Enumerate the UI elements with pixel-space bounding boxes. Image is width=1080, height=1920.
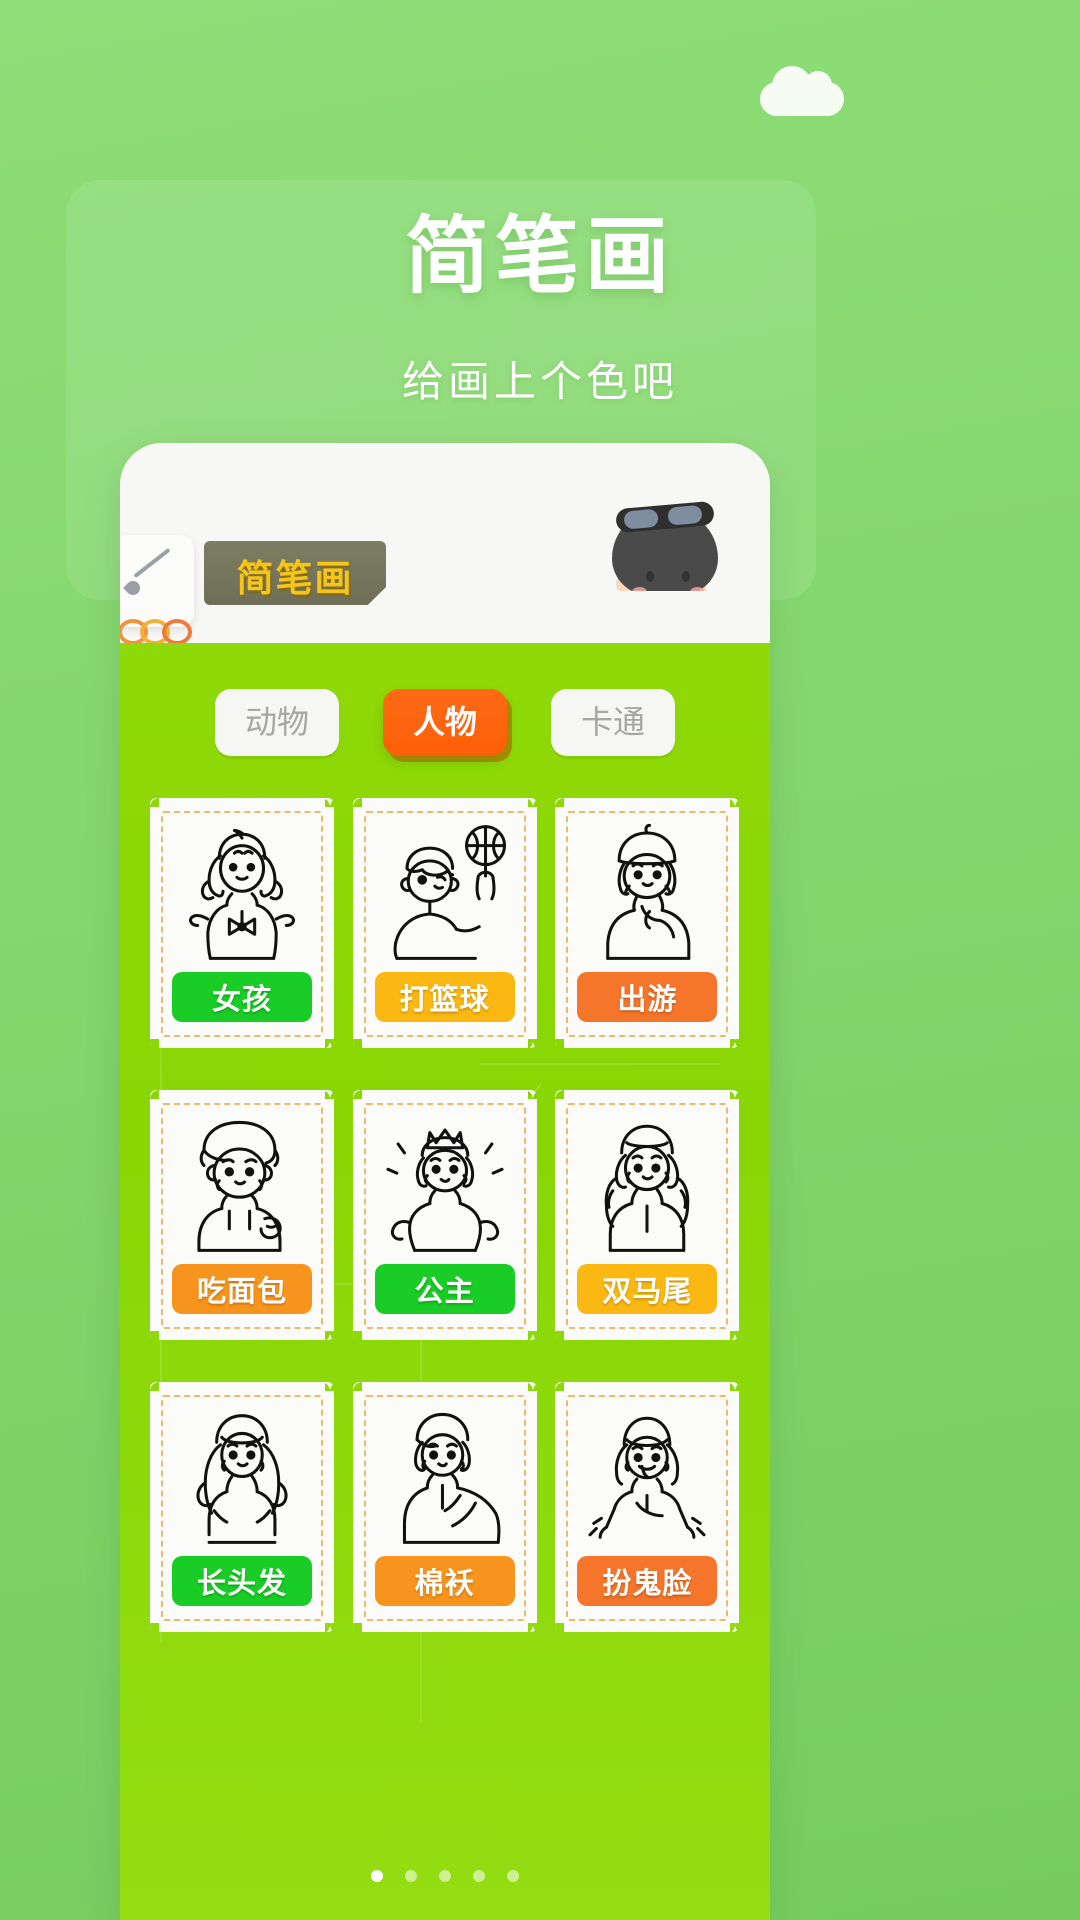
twin-tails-girl-sketch	[571, 1112, 723, 1257]
card-item[interactable]: 棉袄	[352, 1382, 537, 1633]
card-label: 棉袄	[374, 1556, 515, 1607]
pagination-dot[interactable]	[507, 1870, 519, 1882]
card-item[interactable]: 女孩	[150, 798, 334, 1049]
pagination-dot[interactable]	[371, 1870, 383, 1882]
card-label: 女孩	[172, 972, 312, 1023]
girl-scarf-sketch	[571, 820, 723, 965]
page-title: 简笔画	[404, 209, 675, 303]
tab-cartoon[interactable]: 卡通	[551, 689, 676, 757]
ribbon-label: 简笔画	[236, 558, 354, 599]
boy-basketball-sketch	[369, 820, 521, 965]
pagination-dots	[120, 1870, 770, 1882]
app-preview-frame: 简笔画 动物 人物 卡通 女孩 打篮球 出游 吃面包 公主 双马尾 长头发 棉袄…	[120, 443, 770, 1920]
funny-face-girl-sketch	[571, 1404, 723, 1549]
app-content: 动物 人物 卡通 女孩 打篮球 出游 吃面包 公主 双马尾 长头发 棉袄 扮鬼脸	[120, 643, 770, 1920]
tab-animals[interactable]: 动物	[214, 689, 339, 757]
card-item[interactable]: 扮鬼脸	[555, 1382, 740, 1633]
card-item[interactable]: 双马尾	[555, 1090, 740, 1341]
princess-crown-sketch	[369, 1112, 521, 1257]
card-label: 出游	[577, 972, 718, 1023]
drawing-card-grid: 女孩 打篮球 出游 吃面包 公主 双马尾 长头发 棉袄 扮鬼脸	[150, 798, 740, 1633]
card-label: 打篮球	[374, 972, 515, 1023]
girl-eating-bread-sketch	[166, 1112, 318, 1257]
girl-bowtie-sketch	[166, 820, 318, 965]
app-header: 简笔画	[120, 443, 770, 653]
card-label: 长头发	[172, 1556, 312, 1607]
cloud-decoration	[760, 66, 844, 116]
padded-coat-girl-sketch	[369, 1404, 521, 1549]
page-subtitle: 给画上个色吧	[401, 358, 678, 405]
long-hair-girl-sketch	[166, 1404, 318, 1549]
card-label: 扮鬼脸	[577, 1556, 718, 1607]
pagination-dot[interactable]	[405, 1870, 417, 1882]
pagination-dot[interactable]	[439, 1870, 451, 1882]
paint-brush-icon[interactable]	[120, 535, 194, 627]
card-item[interactable]: 出游	[555, 798, 740, 1049]
category-tabs: 动物 人物 卡通	[120, 643, 770, 757]
card-item[interactable]: 吃面包	[150, 1090, 334, 1341]
card-label: 公主	[374, 1264, 515, 1315]
card-item[interactable]: 公主	[352, 1090, 537, 1341]
tab-people[interactable]: 人物	[382, 689, 507, 757]
card-item[interactable]: 打篮球	[352, 798, 537, 1049]
card-item[interactable]: 长头发	[150, 1382, 334, 1633]
pagination-dot[interactable]	[473, 1870, 485, 1882]
card-label: 双马尾	[577, 1264, 718, 1315]
card-label: 吃面包	[172, 1264, 312, 1315]
